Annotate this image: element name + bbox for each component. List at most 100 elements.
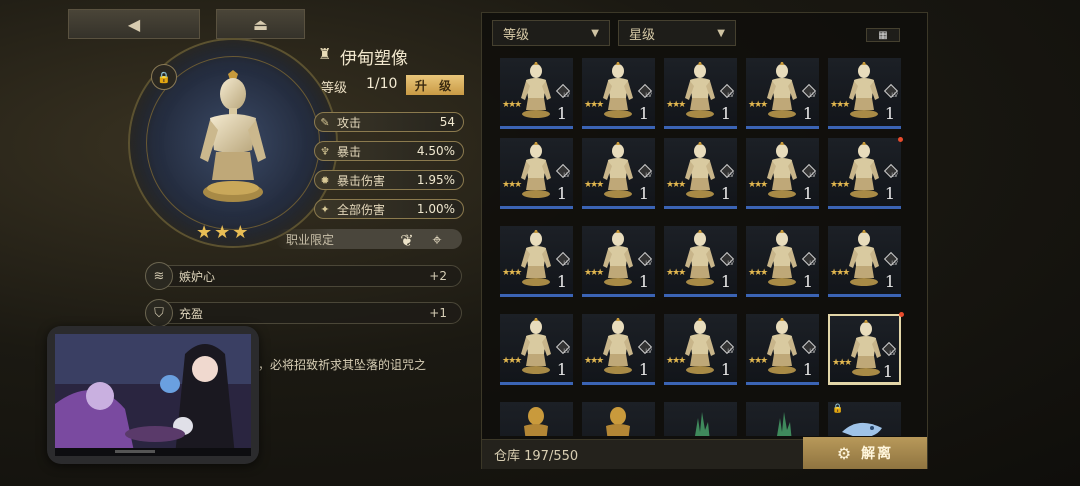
- inventory-item-cell[interactable]: ★★★ LV 1: [500, 226, 573, 297]
- inventory-item-cell[interactable]: ★★★ LV 1: [746, 138, 819, 209]
- inventory-item-cell[interactable]: ★★★ LV 1: [746, 58, 819, 129]
- star-filter-dropdown[interactable]: 星级 ▼: [618, 20, 736, 46]
- floating-video-window[interactable]: [47, 326, 259, 464]
- cell-level: 1: [802, 184, 813, 203]
- inventory-item-cell[interactable]: ★★★ LV 1: [582, 226, 655, 297]
- cell-lv-label: LV: [563, 348, 570, 355]
- cell-level: 1: [720, 272, 731, 291]
- cell-lv-label: LV: [809, 92, 816, 99]
- lock-toggle[interactable]: 🔒: [151, 64, 177, 90]
- rarity-stars: ★★★: [584, 180, 604, 190]
- back-button[interactable]: ◀: [68, 9, 200, 39]
- eject-button[interactable]: ⏏: [216, 9, 305, 39]
- rarity-stars: ★★★: [832, 358, 852, 368]
- warehouse-capacity: 仓库 197/550: [482, 439, 803, 469]
- cell-level: 1: [720, 184, 731, 203]
- inventory-item-cell[interactable]: [746, 402, 819, 436]
- upgrade-button[interactable]: 升 级: [406, 75, 464, 95]
- cell-level: 1: [556, 272, 567, 291]
- cell-lv-label: LV: [563, 260, 570, 267]
- inventory-item-cell[interactable]: [500, 402, 573, 436]
- cell-level: 1: [638, 104, 649, 123]
- item-description: ，必将招致祈求其坠落的诅咒之: [258, 358, 427, 372]
- stat-crit: ♆ 暴击 4.50%: [314, 141, 464, 161]
- cell-level: 1: [802, 360, 813, 379]
- lock-icon: 🔒: [832, 404, 844, 414]
- warehouse-label: 仓库 197/550: [494, 449, 579, 464]
- cell-lv-label: LV: [809, 172, 816, 179]
- crystal-item-image: [695, 412, 710, 436]
- gold-statue-image: [524, 407, 548, 436]
- cell-level: 1: [720, 360, 731, 379]
- class-heart-icon[interactable]: ❦: [396, 229, 418, 251]
- inventory-item-cell[interactable]: ★★★ LV 1: [664, 58, 737, 129]
- cell-level: 1: [638, 184, 649, 203]
- gold-statue-image: [606, 407, 630, 436]
- stat-all-damage: ✦ 全部伤害 1.00%: [314, 199, 464, 219]
- inventory-item-cell[interactable]: ★★★ LV 1: [828, 314, 901, 385]
- cell-lv-label: LV: [809, 348, 816, 355]
- inventory-item-cell[interactable]: ★★★ LV 1: [664, 314, 737, 385]
- skill-value: +1: [429, 306, 447, 320]
- rarity-stars: ★★★: [666, 100, 686, 110]
- dismantle-icon: ⚙: [836, 443, 854, 463]
- chevron-down-icon: ▼: [717, 27, 725, 39]
- rarity-stars: ★★★: [748, 268, 768, 278]
- rarity-stars: ★★★: [666, 356, 686, 366]
- cell-lv-label: LV: [891, 92, 898, 99]
- grid-view-toggle[interactable]: ▦: [866, 28, 900, 42]
- eject-icon: ⏏: [252, 14, 269, 34]
- skill-row-fullness[interactable]: ⛉ 充盈 +1: [145, 299, 462, 327]
- inventory-item-cell[interactable]: ★★★ LV 1: [746, 314, 819, 385]
- inventory-item-cell[interactable]: ★★★ LV 1: [500, 138, 573, 209]
- cell-lv-label: LV: [645, 92, 652, 99]
- cell-level: 1: [882, 362, 893, 381]
- statue-figure-image: [200, 70, 266, 202]
- skill-row-envy[interactable]: ≋ 嫉妒心 +2: [145, 262, 462, 290]
- crit-damage-icon: ✹: [320, 173, 330, 187]
- cell-level: 1: [884, 104, 895, 123]
- lock-icon: 🔒: [157, 70, 171, 84]
- stat-crit-damage: ✹ 暴击伤害 1.95%: [314, 170, 464, 190]
- class-target-icon[interactable]: ⌖: [426, 229, 448, 251]
- cell-lv-label: LV: [727, 260, 734, 267]
- inventory-item-cell[interactable]: 🔒: [828, 402, 901, 436]
- inventory-item-cell[interactable]: ★★★ LV 1: [582, 314, 655, 385]
- cell-level: 1: [884, 272, 895, 291]
- inventory-item-cell[interactable]: ★★★ LV 1: [828, 138, 901, 209]
- cell-lv-label: LV: [563, 92, 570, 99]
- skill-name: 嫉妒心: [179, 269, 216, 284]
- item-type-icon: ♜: [318, 45, 332, 63]
- claw-icon: ≋: [145, 262, 173, 290]
- rarity-stars: ★★★: [830, 180, 850, 190]
- cell-lv-label: LV: [727, 348, 734, 355]
- cell-level: 1: [802, 272, 813, 291]
- cell-level: 1: [638, 360, 649, 379]
- inventory-item-cell[interactable]: ★★★ LV 1: [664, 226, 737, 297]
- level-value: 1/10: [366, 76, 398, 92]
- cell-level: 1: [720, 104, 731, 123]
- skill-name: 充盈: [179, 306, 204, 321]
- anime-illustration-image: [55, 334, 251, 456]
- stat-label: 暴击伤害: [337, 173, 386, 188]
- stat-attack: ✎ 攻击 54: [314, 112, 464, 132]
- rarity-stars: ★★★: [666, 180, 686, 190]
- inventory-item-cell[interactable]: ★★★ LV 1: [664, 138, 737, 209]
- cell-lv-label: LV: [891, 260, 898, 267]
- cell-level: 1: [884, 184, 895, 203]
- inventory-item-cell[interactable]: ★★★ LV 1: [582, 138, 655, 209]
- all-damage-icon: ✦: [320, 202, 330, 216]
- inventory-item-cell[interactable]: [664, 402, 737, 436]
- inventory-item-cell[interactable]: ★★★ LV 1: [500, 58, 573, 129]
- rarity-stars: ★★★: [584, 100, 604, 110]
- inventory-item-cell[interactable]: ★★★ LV 1: [582, 58, 655, 129]
- inventory-item-cell[interactable]: [582, 402, 655, 436]
- inventory-item-cell[interactable]: ★★★ LV 1: [828, 58, 901, 129]
- stat-label: 暴击: [337, 144, 362, 159]
- level-filter-dropdown[interactable]: 等级 ▼: [492, 20, 610, 46]
- inventory-item-cell[interactable]: ★★★ LV 1: [746, 226, 819, 297]
- dismantle-button[interactable]: ⚙ 解离: [803, 437, 927, 469]
- item-name: 伊甸塑像: [340, 49, 408, 69]
- inventory-item-cell[interactable]: ★★★ LV 1: [828, 226, 901, 297]
- inventory-item-cell[interactable]: ★★★ LV 1: [500, 314, 573, 385]
